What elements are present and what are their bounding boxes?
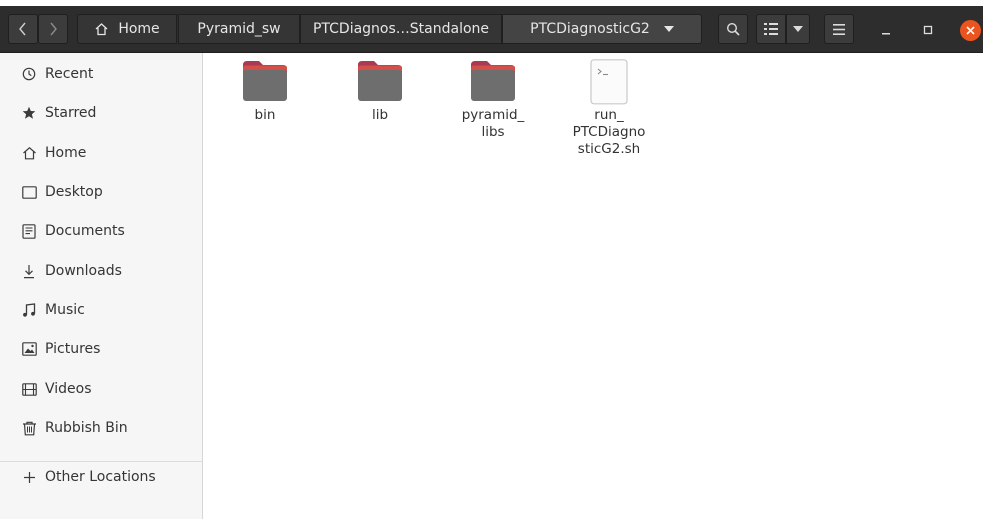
search-button[interactable] — [718, 14, 748, 44]
chevron-left-icon — [19, 22, 26, 36]
plus-icon — [21, 469, 37, 485]
desktop-icon — [21, 184, 37, 200]
caret-down-icon — [793, 26, 803, 32]
file-name: bin — [254, 107, 276, 123]
recent-icon — [21, 66, 37, 82]
home-icon — [95, 23, 108, 36]
sidebar-item-desktop[interactable]: Desktop — [0, 174, 202, 210]
sidebar-item-label: Rubbish Bin — [45, 420, 128, 436]
main-menu-button[interactable] — [824, 14, 854, 44]
close-button[interactable] — [960, 20, 981, 41]
terminal-script-icon — [585, 59, 633, 105]
documents-icon — [21, 223, 37, 239]
view-options-dropdown[interactable] — [786, 14, 810, 44]
sidebar: Recent Starred Home Desktop Documents Do… — [0, 53, 203, 519]
sidebar-item-label: Recent — [45, 66, 94, 82]
sidebar-item-label: Music — [45, 302, 85, 318]
music-icon — [21, 302, 37, 318]
list-view-icon — [764, 23, 778, 35]
sidebar-item-label: Starred — [45, 105, 97, 121]
file-name: lib — [371, 107, 389, 123]
folder-icon — [356, 59, 404, 103]
chevron-right-icon — [50, 22, 57, 36]
search-icon — [726, 22, 740, 36]
sidebar-item-label: Home — [45, 145, 87, 161]
minimize-button[interactable] — [877, 21, 895, 39]
file-item-run-script[interactable]: run_ PTCDiagno sticG2.sh — [559, 59, 659, 158]
breadcrumb-home-label: Home — [118, 21, 160, 37]
maximize-icon — [923, 25, 933, 35]
sidebar-item-recent[interactable]: Recent — [0, 56, 202, 92]
breadcrumb-label: Pyramid_sw — [197, 21, 281, 37]
sidebar-item-label: Pictures — [45, 341, 101, 357]
downloads-icon — [21, 263, 37, 279]
breadcrumb-label: PTCDiagnos…Standalone — [312, 21, 490, 37]
pictures-icon — [21, 341, 37, 357]
file-name: run_ PTCDiagno sticG2.sh — [572, 107, 646, 157]
sidebar-item-rubbish-bin[interactable]: Rubbish Bin — [0, 410, 202, 446]
sidebar-item-home[interactable]: Home — [0, 135, 202, 171]
forward-button[interactable] — [38, 14, 68, 44]
hamburger-menu-icon — [833, 23, 845, 35]
sidebar-item-videos[interactable]: Videos — [0, 371, 202, 407]
folder-icon — [469, 59, 517, 103]
sidebar-item-label: Other Locations — [45, 469, 156, 485]
header-bar: Home Pyramid_sw PTCDiagnos…Standalone PT… — [0, 6, 983, 53]
breadcrumb-home[interactable]: Home — [77, 14, 177, 44]
minimize-icon — [882, 33, 890, 35]
caret-down-icon — [663, 26, 674, 32]
close-icon — [966, 26, 975, 35]
sidebar-item-starred[interactable]: Starred — [0, 95, 202, 131]
sidebar-item-label: Downloads — [45, 263, 122, 279]
star-icon — [21, 105, 37, 121]
folder-icon — [241, 59, 289, 103]
breadcrumb-pyramid-sw[interactable]: Pyramid_sw — [178, 14, 300, 44]
breadcrumb-ptcdiagnos-standalone[interactable]: PTCDiagnos…Standalone — [300, 14, 502, 44]
back-button[interactable] — [8, 14, 38, 44]
sidebar-item-downloads[interactable]: Downloads — [0, 253, 202, 289]
sidebar-item-label: Documents — [45, 223, 125, 239]
home-icon — [21, 145, 37, 161]
sidebar-item-documents[interactable]: Documents — [0, 213, 202, 249]
file-item-lib[interactable]: lib — [330, 59, 430, 124]
sidebar-item-label: Desktop — [45, 184, 103, 200]
sidebar-item-other-locations[interactable]: Other Locations — [0, 459, 202, 495]
view-list-button[interactable] — [756, 14, 786, 44]
file-name: pyramid_ libs — [461, 107, 525, 140]
sidebar-item-music[interactable]: Music — [0, 292, 202, 328]
breadcrumb-ptcdiagnosticg2[interactable]: PTCDiagnosticG2 — [502, 14, 702, 44]
breadcrumb-label: PTCDiagnosticG2 — [530, 21, 650, 37]
file-view: bin lib pyramid_ libs run_ PTCDiagno sti… — [203, 53, 983, 519]
sidebar-item-label: Videos — [45, 381, 92, 397]
maximize-button[interactable] — [919, 21, 937, 39]
file-item-pyramid-libs[interactable]: pyramid_ libs — [443, 59, 543, 141]
sidebar-item-pictures[interactable]: Pictures — [0, 331, 202, 367]
trash-icon — [21, 420, 37, 436]
videos-icon — [21, 381, 37, 397]
file-item-bin[interactable]: bin — [215, 59, 315, 124]
